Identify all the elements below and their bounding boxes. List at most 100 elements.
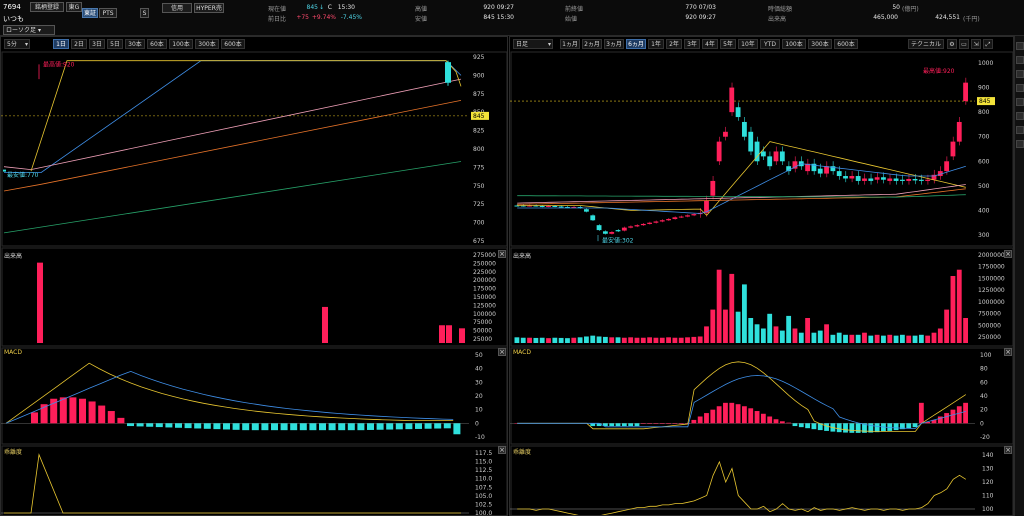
register-stock-button[interactable]: 銘柄登録: [30, 2, 64, 12]
right-volume-bar: [685, 337, 690, 343]
left-dev-axis-tick: 107.5: [475, 484, 492, 491]
right-volume-bar: [811, 332, 817, 343]
low-value: 845 15:30: [483, 14, 514, 21]
left-macd-hist: [155, 423, 163, 428]
right-volume-bar: [672, 337, 678, 343]
right-macd-axis-tick: 0: [980, 420, 984, 427]
right-candle: [678, 216, 684, 218]
right-tab-7[interactable]: 4年: [702, 39, 718, 49]
right-volume-bar: [552, 337, 558, 343]
close-icon[interactable]: ×: [498, 348, 506, 356]
low-label: 安値: [415, 16, 428, 23]
left-ma-pink: [3, 78, 462, 171]
left-macd-hist: [213, 423, 221, 430]
right-tab-11[interactable]: 100本: [782, 39, 806, 49]
right-macd-axis-tick: 20: [980, 407, 988, 414]
right-tab-8[interactable]: 5年: [720, 39, 736, 49]
delete-tool-icon[interactable]: [1016, 140, 1024, 148]
chart-style-select[interactable]: ローソク足 ▾: [3, 25, 55, 35]
right-tab-10[interactable]: YTD: [760, 39, 780, 49]
right-macd-line: [517, 361, 967, 432]
left-tab-0[interactable]: 1日: [53, 39, 69, 49]
technical-button[interactable]: テクニカル: [908, 39, 944, 49]
gear-icon[interactable]: ⚙: [947, 39, 957, 49]
right-candle: [887, 178, 893, 181]
left-chart-panel: 5分 ▾ 1日 2日 3日 5日 30本 60本 100本 300本 600本 925 900 875…: [0, 36, 508, 516]
right-candle: [558, 206, 564, 208]
right-candle: [710, 180, 716, 196]
right-dev-axis-tick: 140: [982, 452, 994, 459]
left-tab-3[interactable]: 5日: [107, 39, 123, 49]
right-tab-9[interactable]: 10年: [738, 39, 758, 49]
close-icon[interactable]: ×: [498, 446, 506, 454]
left-macd-hist: [136, 423, 144, 427]
close-icon[interactable]: ×: [1004, 446, 1012, 454]
right-tab-4[interactable]: 1年: [648, 39, 664, 49]
right-macd-hist: [678, 423, 684, 424]
right-candle: [716, 141, 722, 162]
left-price-axis-tick: 700: [473, 220, 485, 227]
close-icon[interactable]: ×: [1004, 250, 1012, 258]
left-interval-select[interactable]: 5分 ▾: [4, 39, 30, 49]
expand-icon[interactable]: ⤢: [983, 39, 993, 49]
right-volume-bar: [862, 332, 867, 343]
left-tab-7[interactable]: 300本: [195, 39, 219, 49]
window-icon[interactable]: ▭: [959, 39, 969, 49]
right-tab-6[interactable]: 3年: [684, 39, 700, 49]
left-macd-hist: [338, 423, 346, 431]
right-tab-3[interactable]: 6ヵ月: [626, 39, 646, 49]
credit-button[interactable]: 信用: [162, 3, 192, 13]
left-tab-1[interactable]: 2日: [71, 39, 87, 49]
left-tab-6[interactable]: 100本: [169, 39, 193, 49]
right-volume-bar: [792, 328, 798, 343]
export-icon[interactable]: ⇲: [971, 39, 981, 49]
fib-tool-icon[interactable]: [1016, 98, 1024, 106]
zoom-tool-icon[interactable]: [1016, 112, 1024, 120]
hyper-sell-button[interactable]: HYPER売: [194, 3, 224, 13]
right-volume-bar: [912, 335, 918, 343]
right-tab-1[interactable]: 2ヵ月: [582, 39, 602, 49]
left-tab-8[interactable]: 600本: [221, 39, 245, 49]
right-price-axis-tick: 1000: [978, 60, 993, 67]
close-icon[interactable]: ×: [1004, 348, 1012, 356]
text-tool-icon[interactable]: [1016, 84, 1024, 92]
right-candle: [862, 178, 867, 181]
measure-tool-icon[interactable]: [1016, 126, 1024, 134]
right-pane-frame: [510, 347, 1013, 445]
market-button[interactable]: 東G: [66, 2, 82, 12]
right-price-axis-tick: 500: [978, 183, 990, 190]
right-tab-13[interactable]: 600本: [834, 39, 858, 49]
right-candle: [609, 232, 615, 234]
left-macd-hist: [232, 423, 240, 430]
tse-button[interactable]: 東証: [82, 8, 98, 18]
left-tab-2[interactable]: 3日: [89, 39, 105, 49]
close-icon[interactable]: ×: [498, 250, 506, 258]
right-macd-hist: [621, 423, 627, 427]
right-volume-bar: [577, 337, 583, 343]
trend-tool-icon[interactable]: [1016, 70, 1024, 78]
right-tab-12[interactable]: 300本: [808, 39, 832, 49]
right-volume-bar: [918, 334, 924, 343]
pts-button[interactable]: PTS: [99, 8, 117, 18]
right-macd-axis-tick: 100: [980, 352, 992, 359]
right-tab-5[interactable]: 2年: [666, 39, 682, 49]
right-interval-select[interactable]: 日足 ▾: [513, 39, 553, 49]
right-macd-hist: [691, 419, 697, 424]
line-tool-icon[interactable]: [1016, 56, 1024, 64]
right-candle: [760, 151, 766, 157]
right-volume-bar: [546, 338, 551, 343]
right-volume-bar: [666, 337, 671, 343]
s-button[interactable]: S: [140, 8, 149, 18]
right-tab-2[interactable]: 3ヵ月: [604, 39, 624, 49]
left-tab-5[interactable]: 60本: [147, 39, 167, 49]
left-candle: [445, 62, 451, 83]
left-price-axis-tick: 925: [473, 54, 485, 61]
right-pane-frame: [510, 445, 1013, 515]
right-candle: [836, 171, 842, 177]
right-tab-0[interactable]: 1ヵ月: [560, 39, 580, 49]
left-dev-axis-tick: 117.5: [475, 450, 492, 457]
left-volume-label: 出来高: [4, 253, 23, 260]
left-tab-4[interactable]: 30本: [125, 39, 145, 49]
cursor-tool-icon[interactable]: [1016, 42, 1024, 50]
right-volume-axis-tick: 1500000: [978, 275, 1005, 282]
